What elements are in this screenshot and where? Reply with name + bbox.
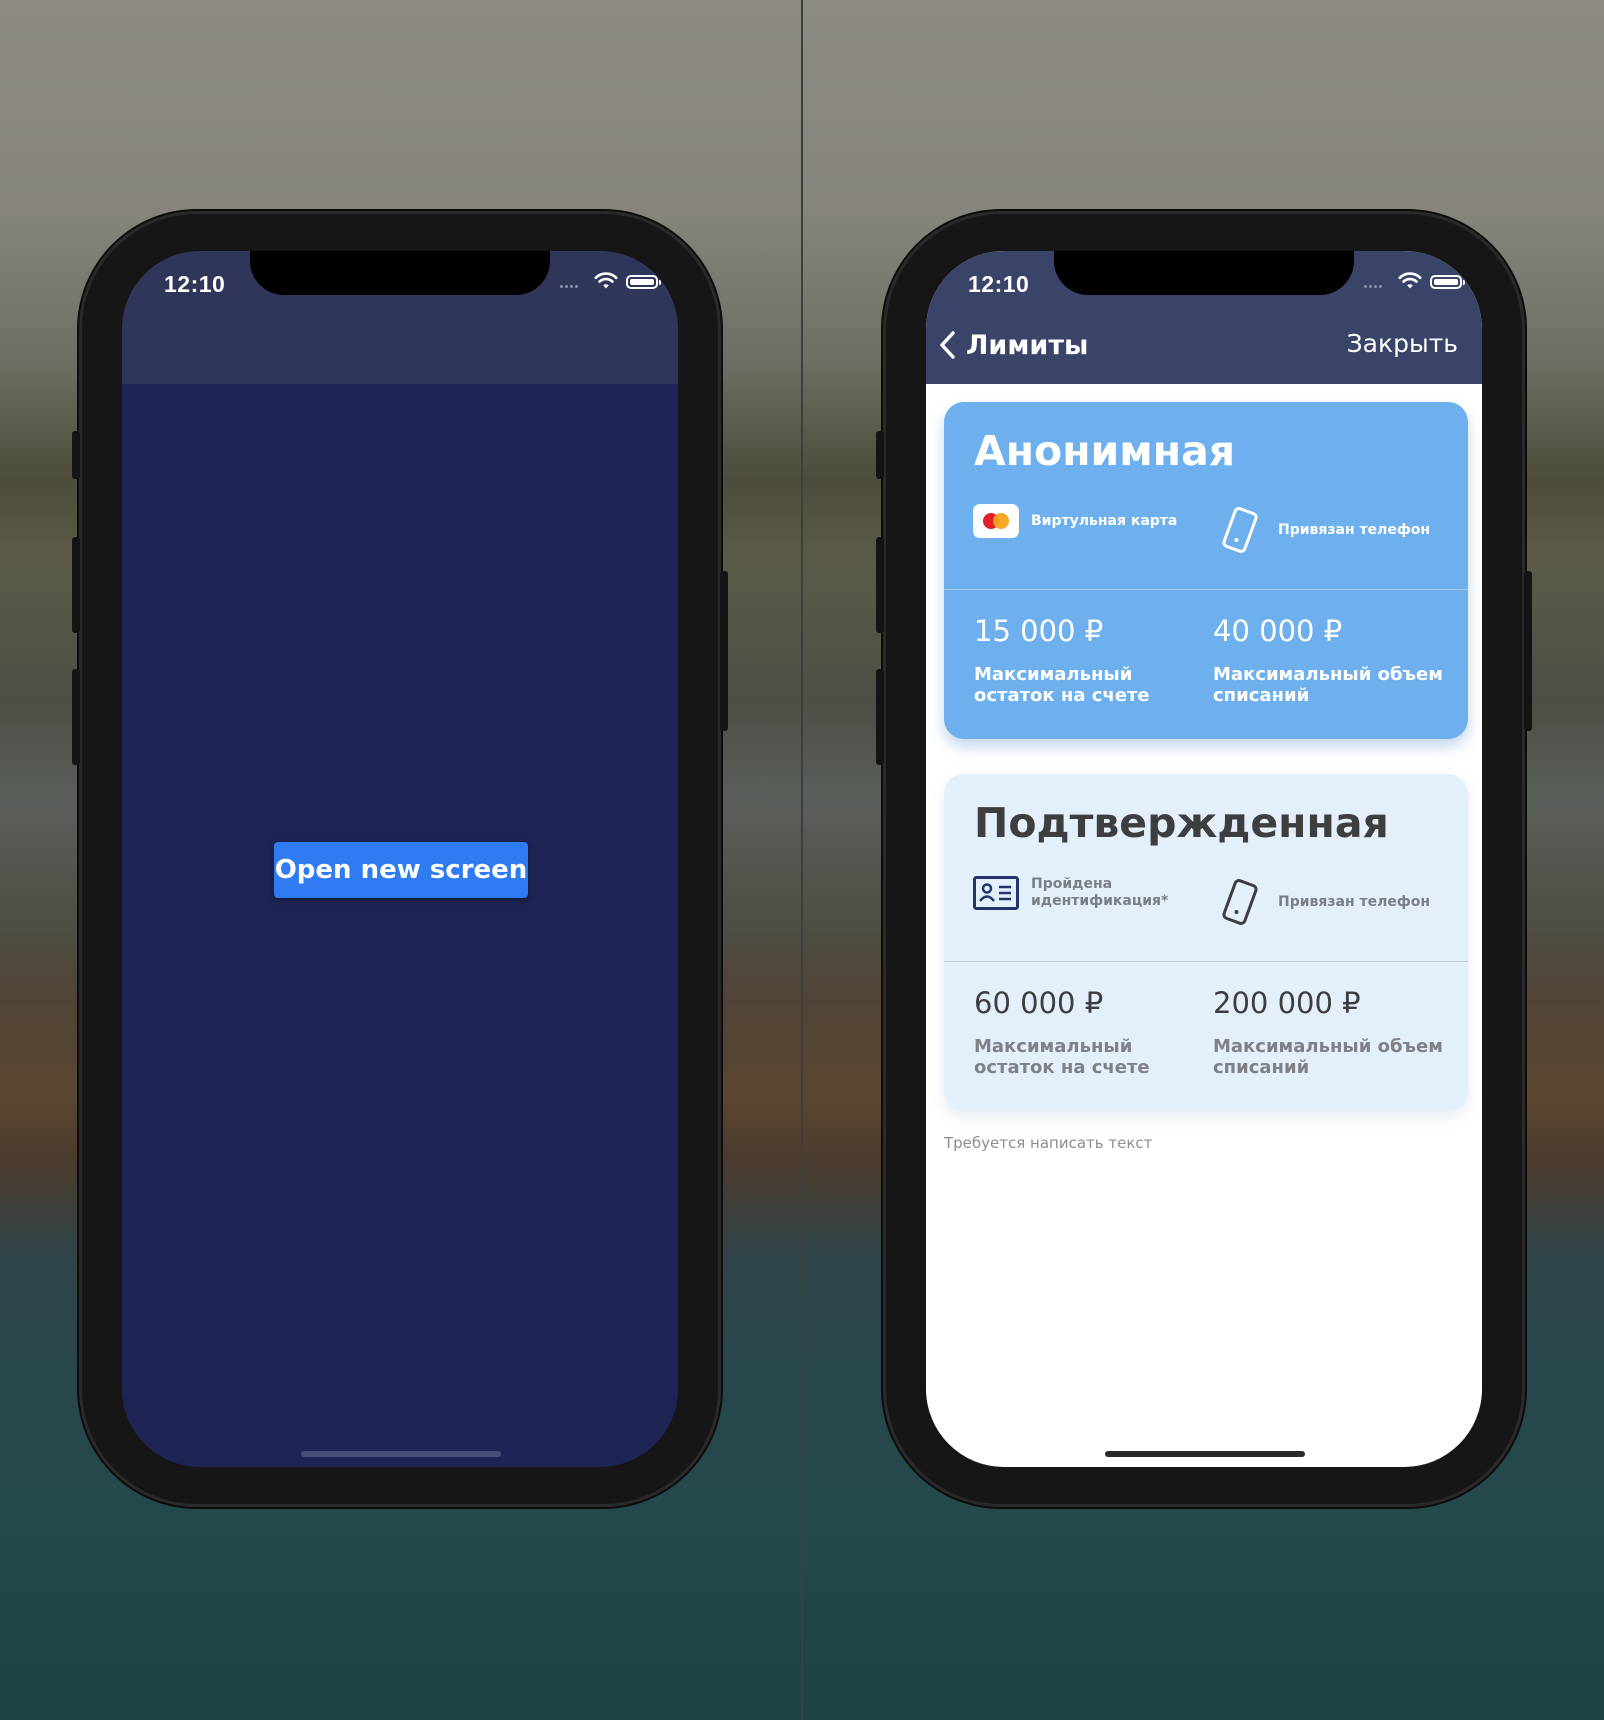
home-indicator[interactable]	[1105, 1451, 1305, 1457]
limit-max-balance: 60 000 ₽ Максимальный остаток на счете	[974, 986, 1204, 1078]
card-title: Подтвержденная	[974, 799, 1389, 847]
open-new-screen-button[interactable]: Open new screen	[274, 842, 528, 898]
limit-max-balance: 15 000 ₽ Максимальный остаток на счете	[974, 614, 1204, 706]
volume-up-button	[876, 537, 884, 633]
volume-up-button	[72, 537, 80, 633]
limit-max-spending: 40 000 ₽ Максимальный объем списаний	[1213, 614, 1443, 706]
limit-card-anonymous[interactable]: Анонимная Виртульная карта Привязан теле…	[944, 402, 1468, 739]
phone-icon	[1222, 879, 1258, 925]
screen-left: 12:10 Open new screen	[122, 251, 678, 1467]
back-button[interactable]: Лимиты	[938, 325, 1088, 365]
notch	[250, 251, 550, 295]
limit-description: Максимальный объем списаний	[1213, 664, 1443, 706]
phone-icon	[1222, 507, 1258, 553]
left-panel: 12:10 Open new screen	[0, 0, 801, 1720]
chevron-left-icon	[940, 331, 955, 359]
status-time: 12:10	[968, 271, 1030, 297]
battery-icon	[1430, 275, 1465, 289]
feature-identification: Пройдена идентификация*	[973, 876, 1171, 910]
power-button	[1524, 571, 1532, 731]
right-panel: Лимиты Закрыть 12:10 Анонимная Виртульна…	[803, 0, 1604, 1720]
home-indicator[interactable]	[301, 1451, 501, 1457]
limit-description: Максимальный остаток на счете	[974, 1036, 1150, 1078]
signal-icon	[1364, 285, 1388, 289]
card-title: Анонимная	[974, 427, 1236, 475]
status-time: 12:10	[164, 271, 226, 297]
mute-switch	[72, 431, 80, 479]
close-button[interactable]: Закрыть	[1347, 329, 1458, 358]
screen-right: Лимиты Закрыть 12:10 Анонимная Виртульна…	[926, 251, 1482, 1467]
power-button	[720, 571, 728, 731]
limit-card-verified[interactable]: Подтвержденная Пройдена идентификация* П…	[944, 774, 1468, 1111]
footnote: Требуется написать текст	[944, 1134, 1153, 1152]
card-icon	[973, 504, 1019, 538]
card-divider	[944, 589, 1468, 590]
feature-phone-linked: Привязан телефон	[1218, 876, 1430, 928]
phone-frame-right: Лимиты Закрыть 12:10 Анонимная Виртульна…	[876, 211, 1532, 1507]
wifi-icon	[1398, 272, 1422, 289]
limit-description: Максимальный остаток на счете	[974, 664, 1150, 706]
id-card-icon	[973, 876, 1019, 910]
mute-switch	[876, 431, 884, 479]
page-title: Лимиты	[966, 329, 1089, 361]
feature-virtual-card: Виртульная карта	[973, 504, 1177, 538]
feature-label: Виртульная карта	[1031, 512, 1178, 529]
limit-amount: 60 000 ₽	[974, 986, 1104, 1020]
limit-amount: 40 000 ₽	[1213, 614, 1343, 648]
feature-label: Привязан телефон	[1278, 893, 1431, 910]
feature-label: Привязан телефон	[1278, 521, 1431, 538]
feature-phone-linked: Привязан телефон	[1218, 504, 1430, 556]
volume-down-button	[876, 669, 884, 765]
feature-label: Пройдена идентификация*	[1031, 876, 1169, 909]
limit-amount: 200 000 ₽	[1213, 986, 1361, 1020]
phone-frame-left: 12:10 Open new screen	[72, 211, 728, 1507]
signal-icon	[560, 285, 584, 289]
limit-amount: 15 000 ₽	[974, 614, 1104, 648]
battery-icon	[626, 275, 661, 289]
wifi-icon	[594, 272, 618, 289]
card-divider	[944, 961, 1468, 962]
limit-max-spending: 200 000 ₽ Максимальный объем списаний	[1213, 986, 1443, 1078]
limit-description: Максимальный объем списаний	[1213, 1036, 1443, 1078]
notch	[1054, 251, 1354, 295]
volume-down-button	[72, 669, 80, 765]
